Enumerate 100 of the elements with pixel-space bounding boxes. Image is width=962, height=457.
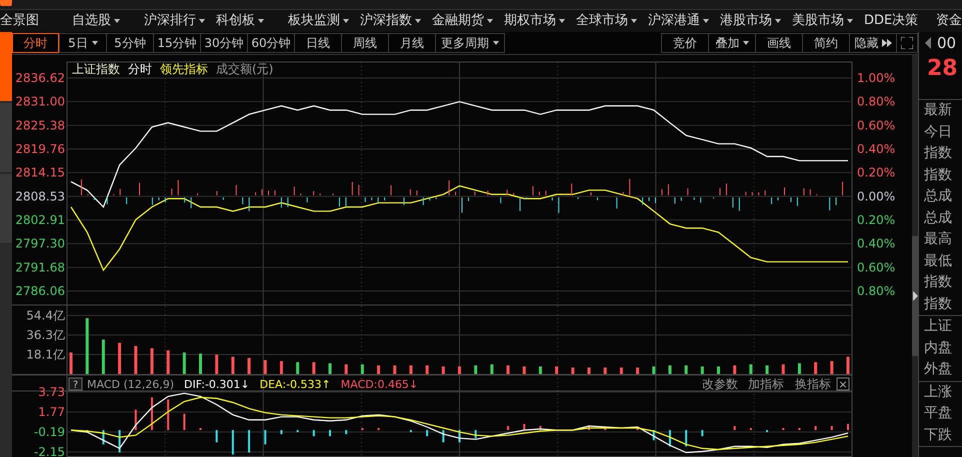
toolbar-button[interactable]: 画线 bbox=[755, 33, 802, 53]
volume-bar bbox=[555, 366, 558, 374]
axis-label: 0.40% bbox=[857, 236, 896, 251]
period-tab[interactable]: 日线 bbox=[294, 33, 341, 53]
volume-bar bbox=[749, 364, 752, 374]
collapse-handle[interactable] bbox=[912, 236, 918, 356]
volume-bar bbox=[409, 365, 412, 374]
stat-label: 平盘 bbox=[923, 404, 953, 423]
menu-item[interactable]: 全球市场 bbox=[576, 11, 648, 31]
period-tab[interactable]: 月线 bbox=[388, 33, 435, 53]
volume-bar bbox=[652, 366, 656, 374]
volume-bar bbox=[506, 365, 510, 374]
macd-bar bbox=[782, 428, 784, 430]
period-tab[interactable]: 周线 bbox=[341, 33, 388, 53]
legend-label: 成交额(元) bbox=[216, 62, 274, 76]
help-button[interactable]: ? bbox=[68, 378, 82, 391]
menu-item[interactable]: 沪深指数 bbox=[360, 11, 432, 31]
volume-bar bbox=[70, 352, 72, 374]
volume-bar bbox=[717, 366, 720, 374]
indicator-link[interactable]: 换指标 bbox=[795, 377, 831, 391]
axis-label: 2814.15 bbox=[15, 166, 65, 180]
macd-bar bbox=[410, 430, 412, 432]
stat-label: 上证 bbox=[923, 317, 953, 336]
volume-bar bbox=[733, 365, 736, 374]
menu-item[interactable]: 板块监测 bbox=[288, 11, 360, 31]
volume-bar bbox=[215, 354, 218, 374]
side-tab[interactable] bbox=[0, 32, 12, 101]
caret-icon bbox=[92, 41, 98, 45]
legend-label: DEA:-0.533↑ bbox=[260, 378, 331, 391]
side-tab[interactable] bbox=[0, 103, 12, 172]
volume-bar bbox=[620, 368, 623, 374]
volume-bar bbox=[182, 352, 186, 374]
menu-item[interactable]: 沪深排行 bbox=[144, 11, 216, 31]
toolbar-button[interactable]: 叠加 bbox=[708, 33, 755, 53]
indicator-link[interactable]: 加指标 bbox=[748, 377, 784, 391]
macd-bar bbox=[750, 428, 752, 430]
stat-label: 最低 bbox=[923, 252, 953, 270]
period-tab[interactable]: 更多周期 bbox=[435, 33, 505, 53]
macd-bar bbox=[830, 426, 833, 430]
triangle-left-icon[interactable] bbox=[925, 37, 931, 49]
volume-bar bbox=[782, 364, 785, 374]
macd-bar bbox=[766, 430, 768, 432]
caret-icon bbox=[631, 19, 637, 23]
volume-bar bbox=[700, 366, 704, 374]
fullscreen-button[interactable] bbox=[896, 33, 918, 53]
menu-item[interactable]: 沪深港通 bbox=[648, 11, 720, 31]
macd-bar bbox=[426, 430, 428, 436]
macd-bar bbox=[216, 430, 218, 442]
volume-bar bbox=[248, 358, 251, 374]
period-tab[interactable]: 60分钟 bbox=[247, 33, 294, 53]
menu-item[interactable]: 金融期货 bbox=[432, 11, 504, 31]
indicator-link[interactable]: 改参数 bbox=[702, 377, 738, 391]
axis-label: 2825.38 bbox=[15, 118, 65, 132]
macd-bar bbox=[232, 430, 234, 455]
volume-bar bbox=[636, 368, 640, 374]
menu-item[interactable]: 自选股 bbox=[72, 11, 144, 31]
macd-bar bbox=[474, 430, 477, 438]
menu-item[interactable]: DDE决策 bbox=[864, 11, 936, 31]
period-tab[interactable]: 分时 bbox=[12, 33, 59, 53]
price-value: 28 bbox=[926, 55, 959, 83]
menu-item[interactable]: 期权市场 bbox=[504, 11, 576, 31]
axis-label: -0.19 bbox=[34, 425, 65, 439]
toolbar-button[interactable]: 简约 bbox=[802, 33, 849, 53]
axis-label: 0.80% bbox=[857, 284, 896, 298]
menu-item[interactable]: 全景图 bbox=[0, 11, 72, 31]
period-tab[interactable]: 5分钟 bbox=[106, 33, 153, 53]
toolbar-button[interactable]: 竞价 bbox=[661, 33, 708, 53]
side-tab[interactable] bbox=[0, 174, 12, 243]
axis-label: 18.1亿 bbox=[26, 348, 65, 362]
stat-label: 指数 bbox=[923, 144, 953, 163]
volume-bar bbox=[360, 364, 364, 374]
volume-bar bbox=[280, 361, 283, 374]
caret-icon bbox=[742, 41, 748, 45]
volume-bar bbox=[264, 360, 267, 374]
period-tab[interactable]: 5日 bbox=[59, 33, 106, 53]
stat-label: 指数 bbox=[923, 166, 953, 184]
volume-bar bbox=[150, 348, 154, 374]
macd-bar bbox=[636, 428, 639, 430]
volume-bar bbox=[522, 366, 526, 374]
volume-bar bbox=[199, 354, 202, 374]
menu-item[interactable]: 港股市场 bbox=[720, 11, 792, 31]
hide-button[interactable]: 隐藏 bbox=[849, 33, 896, 53]
volume-bar bbox=[86, 318, 89, 374]
caret-icon bbox=[775, 19, 781, 23]
volume-bar bbox=[846, 356, 850, 374]
menu-item[interactable]: 美股市场 bbox=[792, 11, 864, 31]
stat-label: 内盘 bbox=[923, 338, 953, 358]
period-tab[interactable]: 30分钟 bbox=[200, 33, 247, 53]
volume-bar bbox=[668, 365, 672, 374]
axis-label: 2819.76 bbox=[15, 142, 65, 156]
volume-bar bbox=[442, 366, 445, 374]
volume-bar bbox=[830, 361, 834, 374]
macd-bar bbox=[361, 428, 364, 430]
menu-item[interactable]: 资金 bbox=[936, 11, 962, 31]
menu-item[interactable]: 科创板 bbox=[216, 11, 288, 31]
macd-bar bbox=[134, 410, 137, 430]
macd-bar bbox=[118, 430, 121, 452]
scrollbar[interactable] bbox=[912, 55, 918, 457]
period-tab[interactable]: 15分钟 bbox=[153, 33, 200, 53]
close-button[interactable]: × bbox=[836, 378, 850, 391]
